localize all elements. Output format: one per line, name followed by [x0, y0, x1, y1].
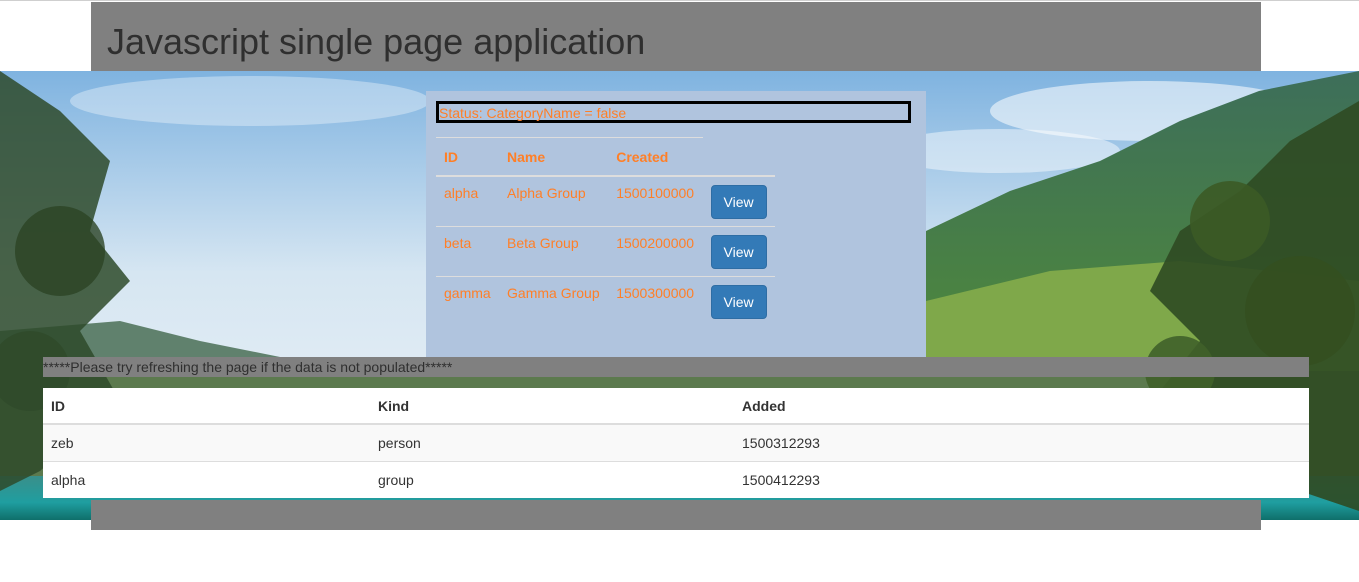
column-header-kind: Kind — [370, 388, 734, 425]
header-bar: Javascript single page application — [91, 2, 1261, 71]
cell-created: 1500200000 — [608, 225, 703, 276]
table-row: gamma Gamma Group 1500300000 View — [436, 275, 775, 326]
cell-id: zeb — [43, 423, 370, 462]
category-table-header-row: ID Name Created — [436, 137, 775, 177]
page: Javascript single page application Statu… — [0, 0, 1359, 582]
category-panel: Status: CategoryName = false ID Name Cre… — [426, 91, 926, 357]
column-header-added: Added — [734, 388, 1309, 425]
column-header-id: ID — [436, 137, 500, 177]
cell-action: View — [702, 225, 775, 276]
cell-kind: person — [370, 423, 734, 462]
cell-id: alpha — [43, 461, 370, 498]
column-header-id: ID — [43, 388, 370, 425]
view-button[interactable]: View — [710, 185, 767, 219]
status-box: Status: CategoryName = false — [436, 101, 911, 123]
table-row: zeb person 1500312293 — [43, 423, 1309, 462]
entity-table: ID Kind Added zeb person 1500312293 alph… — [43, 388, 1309, 498]
cell-id: gamma — [436, 275, 500, 326]
view-button[interactable]: View — [710, 234, 767, 269]
notice-text: *****Please try refreshing the page if t… — [43, 359, 453, 375]
cell-id: alpha — [436, 175, 500, 226]
column-header-action — [702, 137, 775, 177]
notice-bar: *****Please try refreshing the page if t… — [43, 357, 1309, 377]
column-header-name: Name — [499, 137, 609, 177]
top-divider — [0, 0, 1359, 1]
page-title: Javascript single page application — [107, 21, 646, 62]
cell-name: Gamma Group — [499, 275, 609, 326]
table-row: alpha group 1500412293 — [43, 461, 1309, 498]
cell-kind: group — [370, 461, 734, 498]
footer-bar — [91, 500, 1261, 530]
cell-id: beta — [436, 225, 500, 276]
table-row: alpha Alpha Group 1500100000 View — [436, 175, 775, 226]
cell-action: View — [702, 275, 775, 326]
category-table: ID Name Created alpha Alpha Group 150010… — [436, 137, 775, 326]
entity-table-header-row: ID Kind Added — [43, 388, 1309, 425]
cell-added: 1500312293 — [734, 423, 1309, 462]
cell-created: 1500100000 — [608, 175, 703, 226]
cell-action: View — [702, 175, 775, 226]
cell-name: Beta Group — [499, 225, 609, 276]
status-text: Status: CategoryName = false — [439, 105, 627, 121]
table-row: beta Beta Group 1500200000 View — [436, 225, 775, 276]
cell-added: 1500412293 — [734, 461, 1309, 498]
column-header-created: Created — [608, 137, 703, 177]
cell-created: 1500300000 — [608, 275, 703, 326]
view-button[interactable]: View — [710, 284, 767, 319]
cell-name: Alpha Group — [499, 175, 609, 226]
